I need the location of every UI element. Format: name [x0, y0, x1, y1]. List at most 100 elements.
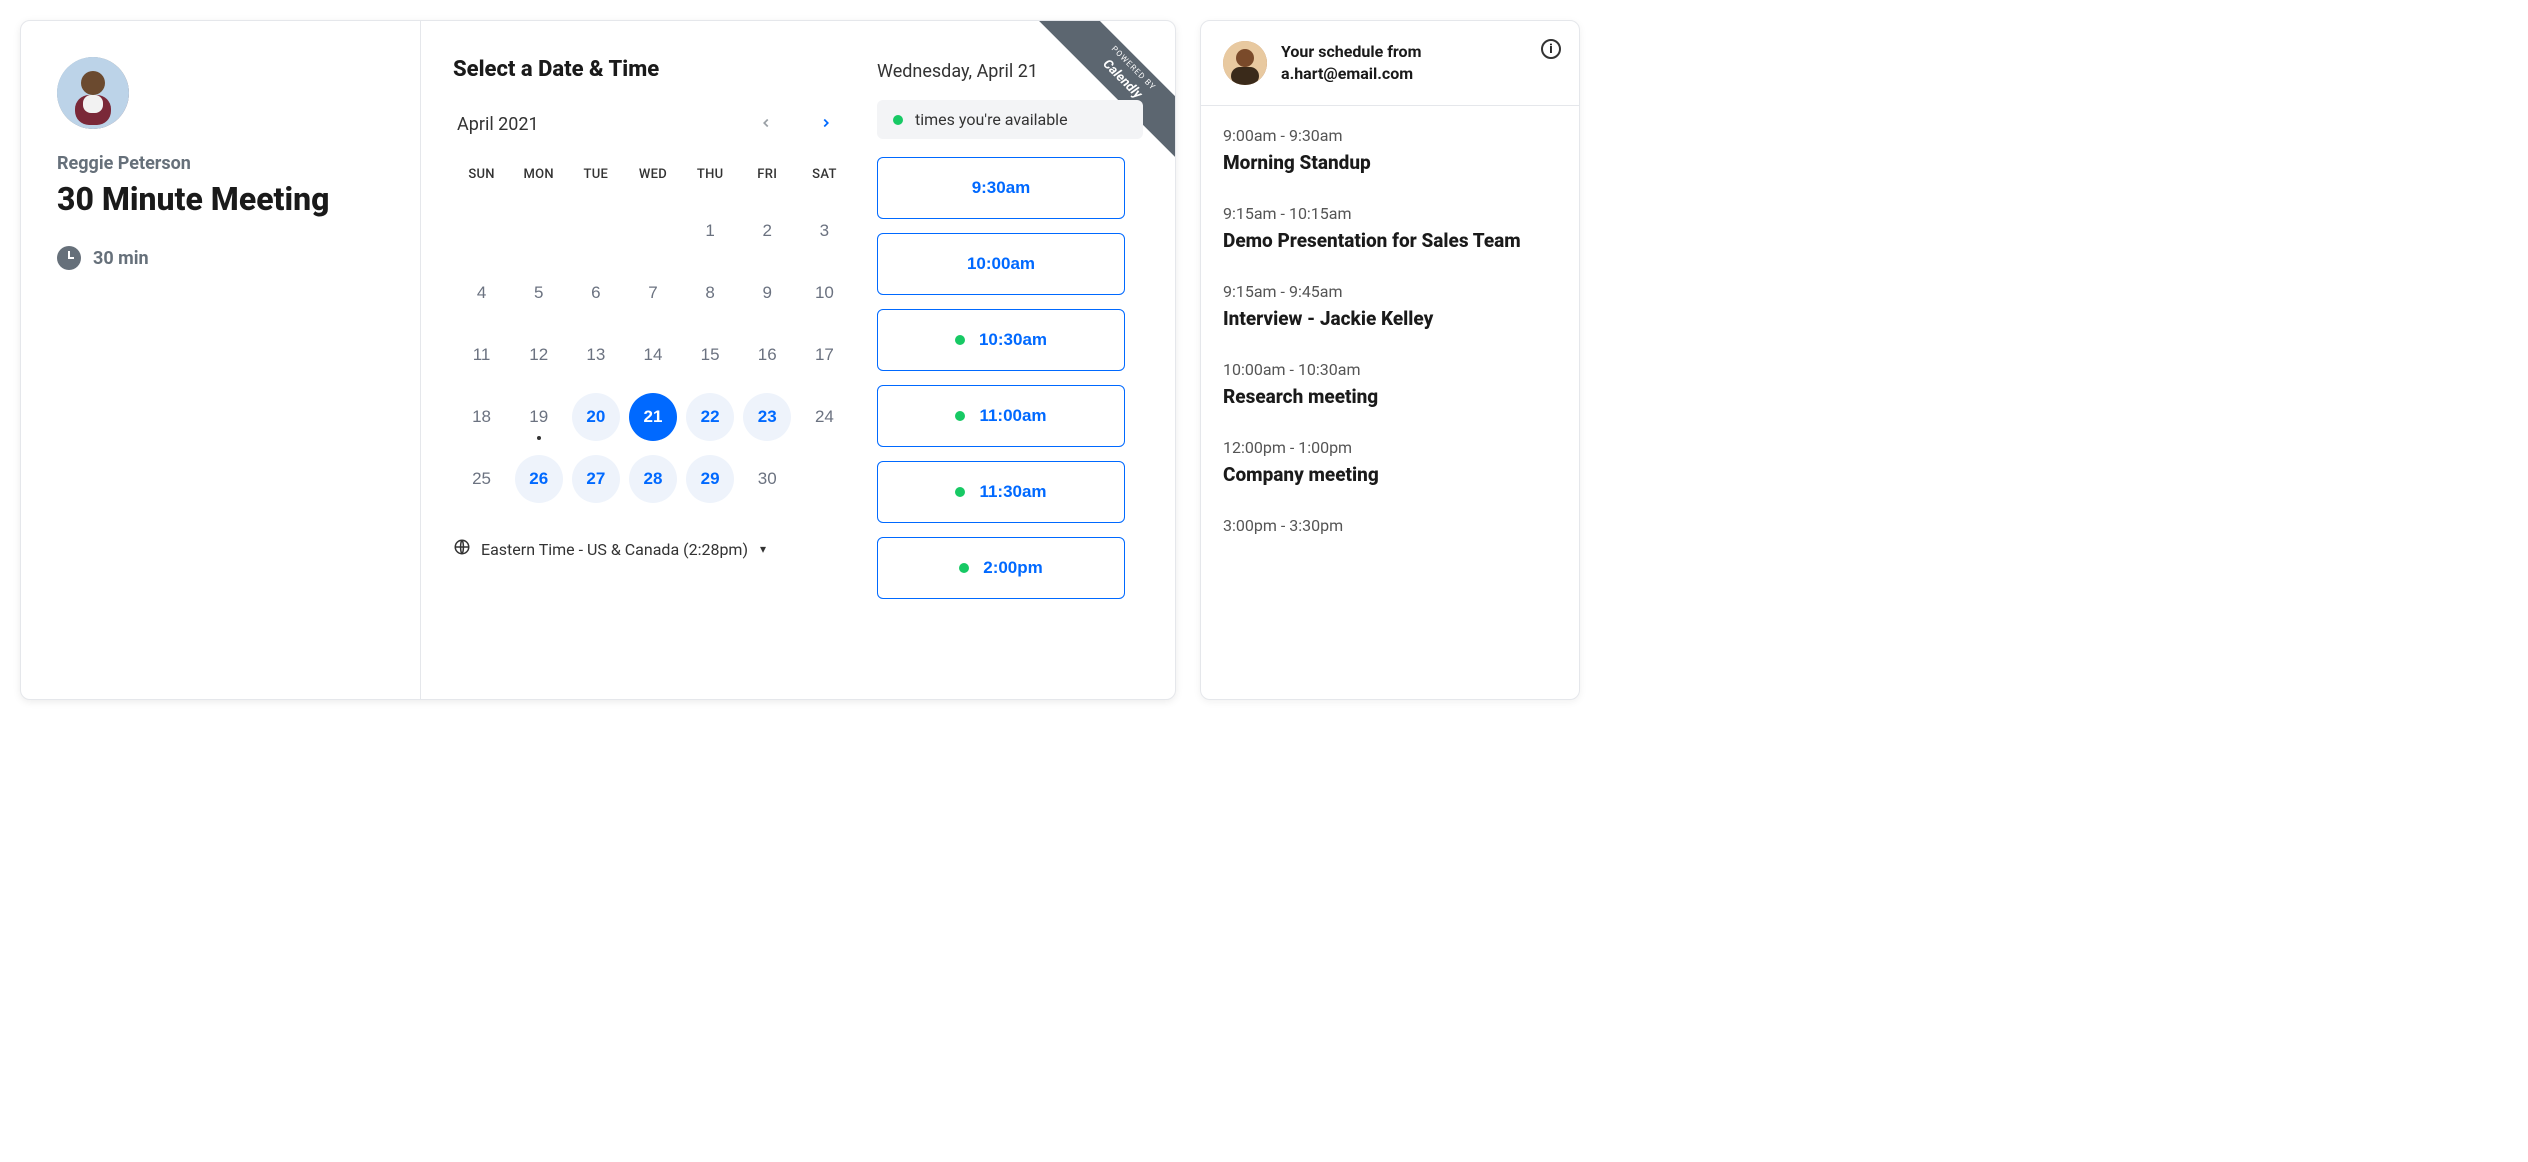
time-slot[interactable]: 11:00am	[877, 385, 1125, 447]
calendar-column: Select a Date & Time April 2021 SUNMONTU…	[453, 57, 853, 679]
calendar-cell: 10	[796, 262, 853, 324]
schedule-item-time: 9:15am - 10:15am	[1223, 204, 1557, 223]
calendar-cell: 25	[453, 448, 510, 510]
time-slot-label: 9:30am	[972, 178, 1031, 198]
chevron-right-icon	[819, 116, 833, 130]
calendar-day-6: 6	[572, 269, 620, 317]
booking-card: POWERED BY Calendly Reggie Peterson 30 M…	[20, 20, 1176, 700]
schedule-item-time: 3:00pm - 3:30pm	[1223, 516, 1557, 535]
calendar-cell	[567, 200, 624, 262]
schedule-item: 9:15am - 9:45amInterview - Jackie Kelley	[1223, 282, 1557, 330]
available-dot-icon	[955, 335, 965, 345]
calendar-day-22[interactable]: 22	[686, 393, 734, 441]
calendar-day-15: 15	[686, 331, 734, 379]
calendar-cell: 21	[624, 386, 681, 448]
clock-icon	[57, 246, 81, 270]
calendar-cell: 28	[624, 448, 681, 510]
calendar-cell	[510, 200, 567, 262]
month-label: April 2021	[457, 114, 539, 135]
time-slot-label: 11:00am	[979, 406, 1046, 426]
calendar-day-26[interactable]: 26	[515, 455, 563, 503]
calendar-day-28[interactable]: 28	[629, 455, 677, 503]
duration-label: 30 min	[93, 248, 149, 269]
available-dot-icon	[893, 115, 903, 125]
calendar-cell: 18	[453, 386, 510, 448]
weekday-header: FRI	[739, 157, 796, 200]
calendar-day-4: 4	[458, 269, 506, 317]
calendar-day-7: 7	[629, 269, 677, 317]
time-slot[interactable]: 9:30am	[877, 157, 1125, 219]
schedule-item-title: Company meeting	[1223, 463, 1557, 486]
date-time-panel: Select a Date & Time April 2021 SUNMONTU…	[421, 21, 1175, 699]
schedule-item-title: Morning Standup	[1223, 151, 1557, 174]
calendar-day-1: 1	[686, 207, 734, 255]
user-avatar	[1223, 41, 1267, 85]
time-slot[interactable]: 11:30am	[877, 461, 1125, 523]
info-icon[interactable]: i	[1541, 39, 1561, 59]
next-month-button[interactable]	[815, 112, 837, 137]
time-slot[interactable]: 2:00pm	[877, 537, 1125, 599]
weekday-header: TUE	[567, 157, 624, 200]
availability-legend: times you're available	[877, 100, 1143, 139]
calendar-day-29[interactable]: 29	[686, 455, 734, 503]
schedule-item: 3:00pm - 3:30pm	[1223, 516, 1557, 535]
timezone-selector[interactable]: Eastern Time - US & Canada (2:28pm) ▾	[453, 538, 853, 560]
meeting-title: 30 Minute Meeting	[57, 180, 384, 218]
calendar-day-24: 24	[800, 393, 848, 441]
weekday-header: SAT	[796, 157, 853, 200]
duration-row: 30 min	[57, 246, 384, 270]
schedule-item: 9:00am - 9:30amMorning Standup	[1223, 126, 1557, 174]
calendar-day-23[interactable]: 23	[743, 393, 791, 441]
calendar-cell: 2	[739, 200, 796, 262]
calendar-day-3: 3	[800, 207, 848, 255]
calendar-cell: 22	[682, 386, 739, 448]
selected-date-label: Wednesday, April 21	[877, 61, 1143, 82]
calendar-cell: 8	[682, 262, 739, 324]
weekday-header: THU	[682, 157, 739, 200]
available-dot-icon	[959, 563, 969, 573]
host-avatar	[57, 57, 129, 129]
globe-icon	[453, 538, 471, 560]
calendar-day-11: 11	[458, 331, 506, 379]
calendar-day-27[interactable]: 27	[572, 455, 620, 503]
calendar-cell: 29	[682, 448, 739, 510]
calendar-day-20[interactable]: 20	[572, 393, 620, 441]
calendar-cell: 24	[796, 386, 853, 448]
calendar-cell: 30	[739, 448, 796, 510]
schedule-item-title: Demo Presentation for Sales Team	[1223, 229, 1557, 252]
weekday-header: MON	[510, 157, 567, 200]
sidebar-header: Your schedule from a.hart@email.com i	[1201, 21, 1579, 106]
schedule-item-title: Interview - Jackie Kelley	[1223, 307, 1557, 330]
calendar-day-14: 14	[629, 331, 677, 379]
chevron-left-icon	[759, 116, 773, 130]
schedule-item-time: 10:00am - 10:30am	[1223, 360, 1557, 379]
calendar-cell: 17	[796, 324, 853, 386]
host-name: Reggie Peterson	[57, 153, 384, 174]
calendar-cell: 4	[453, 262, 510, 324]
section-title: Select a Date & Time	[453, 57, 853, 82]
sidebar-title-line2: a.hart@email.com	[1281, 63, 1421, 85]
time-slot-label: 10:00am	[967, 254, 1035, 274]
calendar-cell: 20	[567, 386, 624, 448]
calendar-cell: 14	[624, 324, 681, 386]
calendar-cell: 19	[510, 386, 567, 448]
time-slots-list[interactable]: 9:30am 10:00am 10:30am 11:00am 11:30am 2:00pm	[877, 157, 1143, 679]
calendar-cell	[624, 200, 681, 262]
time-slot[interactable]: 10:00am	[877, 233, 1125, 295]
weekday-header: WED	[624, 157, 681, 200]
prev-month-button[interactable]	[755, 112, 777, 137]
time-slot[interactable]: 10:30am	[877, 309, 1125, 371]
calendar-day-9: 9	[743, 269, 791, 317]
calendar-day-2: 2	[743, 207, 791, 255]
weekday-header: SUN	[453, 157, 510, 200]
calendar-day-21[interactable]: 21	[629, 393, 677, 441]
calendar-day-18: 18	[458, 393, 506, 441]
calendar-day-17: 17	[800, 331, 848, 379]
calendar-cell: 1	[682, 200, 739, 262]
calendar-cell: 5	[510, 262, 567, 324]
calendar-cell	[453, 200, 510, 262]
calendar-cell: 27	[567, 448, 624, 510]
calendar-day-30: 30	[743, 455, 791, 503]
calendar-day-25: 25	[458, 455, 506, 503]
calendar-cell: 12	[510, 324, 567, 386]
